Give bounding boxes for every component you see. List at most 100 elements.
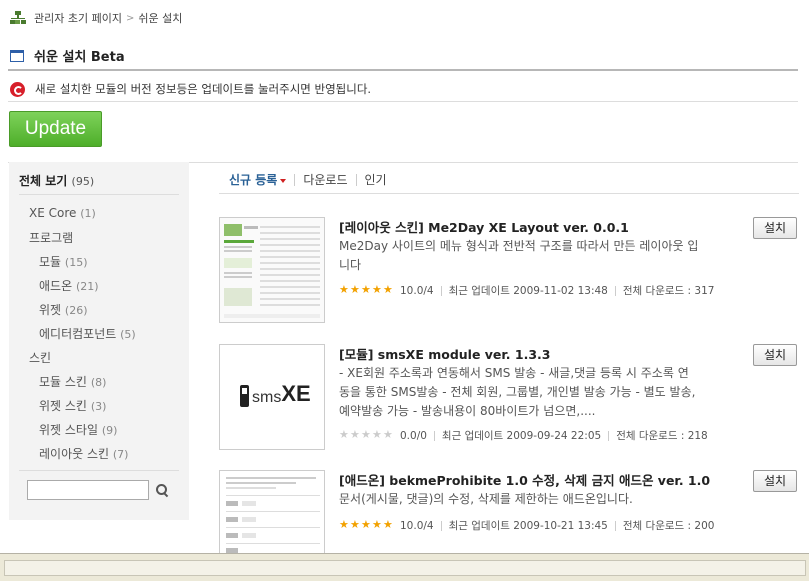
star-icon bbox=[339, 283, 350, 296]
sidebar-item-layout-skin[interactable]: 레이아웃 스킨 (7) bbox=[39, 445, 128, 462]
meta-separator bbox=[614, 520, 616, 531]
sidebar-item-module[interactable]: 모듈 (15) bbox=[39, 253, 88, 270]
star-icon bbox=[383, 283, 394, 296]
breadcrumb: 관리자 초기 페이지 > 쉬운 설치 bbox=[10, 10, 182, 26]
item-thumbnail[interactable] bbox=[219, 470, 325, 553]
item-meta: 10.0/4 최근 업데이트 2009-11-02 13:48 전체 다운로드 … bbox=[339, 283, 714, 298]
breadcrumb-current: 쉬운 설치 bbox=[138, 12, 183, 25]
tab-popular[interactable]: 인기 bbox=[365, 171, 387, 188]
meta-separator bbox=[614, 285, 616, 296]
rating-value: 10.0/4 bbox=[400, 519, 434, 532]
category-count: (21) bbox=[75, 280, 99, 293]
sidebar-item-all[interactable]: 전체 보기 (95) bbox=[19, 172, 94, 189]
layout-thumbnail-image bbox=[220, 218, 324, 322]
meta-separator bbox=[440, 285, 442, 296]
category-count: (3) bbox=[90, 400, 107, 413]
category-label: 에디터컴포넌트 bbox=[39, 327, 117, 341]
smsxe-logo: sms XE bbox=[240, 381, 311, 407]
category-label: 레이아웃 스킨 bbox=[39, 447, 110, 461]
sidebar-item-program[interactable]: 프로그램 bbox=[29, 229, 73, 246]
page-title-text: 쉬운 설치 Beta bbox=[34, 50, 125, 65]
sidebar-item-widget-skin[interactable]: 위젯 스킨 (3) bbox=[39, 397, 106, 414]
install-button[interactable]: 설치 bbox=[753, 344, 797, 366]
sidebar-all-label: 전체 보기 bbox=[19, 174, 68, 188]
category-count: (5) bbox=[120, 328, 136, 341]
star-icon bbox=[350, 428, 361, 441]
sort-tabs: 신규 등록 다운로드 인기 bbox=[229, 171, 387, 188]
item-thumbnail[interactable]: sms XE bbox=[219, 344, 325, 450]
updated-date: 최근 업데이트 2009-09-24 22:05 bbox=[441, 430, 602, 442]
category-label: 위젯 bbox=[39, 303, 62, 317]
window-icon bbox=[10, 49, 24, 62]
rating-stars bbox=[339, 428, 394, 441]
category-count: (7) bbox=[112, 448, 129, 461]
category-label: 모듈 스킨 bbox=[39, 375, 87, 389]
tab-label: 신규 등록 bbox=[229, 173, 278, 187]
category-count: (26) bbox=[64, 304, 88, 317]
sidebar-item-editor-component[interactable]: 에디터컴포넌트 (5) bbox=[39, 325, 136, 342]
breadcrumb-home-link[interactable]: 관리자 초기 페이지 bbox=[34, 10, 122, 26]
tab-downloads[interactable]: 다운로드 bbox=[303, 171, 347, 188]
category-label: 모듈 bbox=[39, 255, 62, 269]
download-count: 전체 다운로드 : 317 bbox=[622, 285, 715, 297]
item-description: 문서(게시물, 댓글)의 수정, 삭제를 제한하는 애드온입니다. bbox=[339, 492, 633, 506]
title-divider bbox=[8, 69, 798, 71]
search-input[interactable] bbox=[27, 480, 149, 500]
star-icon bbox=[361, 283, 372, 296]
addon-thumbnail-image bbox=[220, 471, 324, 553]
sidebar-item-xe-core[interactable]: XE Core (1) bbox=[29, 206, 96, 220]
star-icon bbox=[350, 518, 361, 531]
category-label: 위젯 스타일 bbox=[39, 423, 99, 437]
rating-value: 10.0/4 bbox=[400, 284, 434, 297]
sidebar-item-skin[interactable]: 스킨 bbox=[29, 349, 51, 366]
logo-sms-text: sms bbox=[252, 389, 282, 406]
update-button[interactable]: Update bbox=[9, 111, 102, 147]
item-thumbnail[interactable] bbox=[219, 217, 325, 323]
sidebar-all-count: (95) bbox=[71, 175, 95, 188]
status-bar bbox=[0, 553, 809, 581]
item-description: Me2Day 사이트의 메뉴 형식과 전반적 구조를 따라서 만든 레이아웃 입… bbox=[339, 239, 699, 272]
sidebar-item-widget[interactable]: 위젯 (26) bbox=[39, 301, 88, 318]
category-label: 스킨 bbox=[29, 351, 52, 365]
sitemap-icon bbox=[10, 11, 26, 25]
phone-icon bbox=[240, 385, 249, 407]
sidebar-divider bbox=[19, 194, 179, 195]
list-item: [애드온] bekmeProhibite 1.0 수정, 삭제 금지 애드온 v… bbox=[219, 470, 799, 553]
sidebar-item-widget-style[interactable]: 위젯 스타일 (9) bbox=[39, 421, 117, 438]
tab-new[interactable]: 신규 등록 bbox=[229, 171, 287, 188]
updated-date: 최근 업데이트 2009-10-21 13:45 bbox=[448, 520, 608, 532]
star-icon bbox=[339, 518, 350, 531]
item-meta: 10.0/4 최근 업데이트 2009-10-21 13:45 전체 다운로드 … bbox=[339, 518, 714, 533]
rating-stars bbox=[339, 283, 394, 296]
download-count: 전체 다운로드 : 200 bbox=[622, 520, 715, 532]
sidebar-divider bbox=[19, 470, 179, 471]
notice-icon bbox=[10, 81, 25, 97]
star-icon bbox=[350, 283, 361, 296]
category-label: 위젯 스킨 bbox=[39, 399, 87, 413]
sidebar-item-addon[interactable]: 애드온 (21) bbox=[39, 277, 99, 294]
search-icon[interactable] bbox=[156, 484, 168, 496]
star-icon bbox=[383, 518, 394, 531]
install-button[interactable]: 설치 bbox=[753, 217, 797, 239]
item-title-link[interactable]: [애드온] bekmeProhibite 1.0 수정, 삭제 금지 애드온 v… bbox=[339, 470, 710, 489]
notice-message: 새로 설치한 모듈의 버전 정보등은 업데이트를 눌러주시면 반영됩니다. bbox=[10, 81, 371, 97]
meta-separator bbox=[433, 430, 435, 441]
notice-text: 새로 설치한 모듈의 버전 정보등은 업데이트를 눌러주시면 반영됩니다. bbox=[35, 82, 372, 96]
category-count: (15) bbox=[64, 256, 88, 269]
caret-down-icon bbox=[280, 178, 287, 183]
install-button[interactable]: 설치 bbox=[753, 470, 797, 492]
item-meta: 0.0/0 최근 업데이트 2009-09-24 22:05 전체 다운로드 :… bbox=[339, 428, 708, 443]
sidebar-item-module-skin[interactable]: 모듈 스킨 (8) bbox=[39, 373, 106, 390]
item-title-link[interactable]: [모듈] smsXE module ver. 1.3.3 bbox=[339, 344, 550, 363]
category-count: (1) bbox=[80, 207, 96, 220]
meta-separator bbox=[440, 520, 442, 531]
star-icon bbox=[383, 428, 394, 441]
rating-value: 0.0/0 bbox=[400, 429, 427, 442]
download-count: 전체 다운로드 : 218 bbox=[616, 430, 708, 442]
star-icon bbox=[372, 428, 383, 441]
logo-xe-text: XE bbox=[281, 381, 311, 406]
item-description: - XE회원 주소록과 연동해서 SMS 발송 - 새글,댓글 등록 시 주소록… bbox=[339, 366, 696, 418]
tabs-divider bbox=[219, 193, 799, 194]
rating-stars bbox=[339, 518, 394, 531]
item-title-link[interactable]: [레이아웃 스킨] Me2Day XE Layout ver. 0.0.1 bbox=[339, 217, 629, 236]
